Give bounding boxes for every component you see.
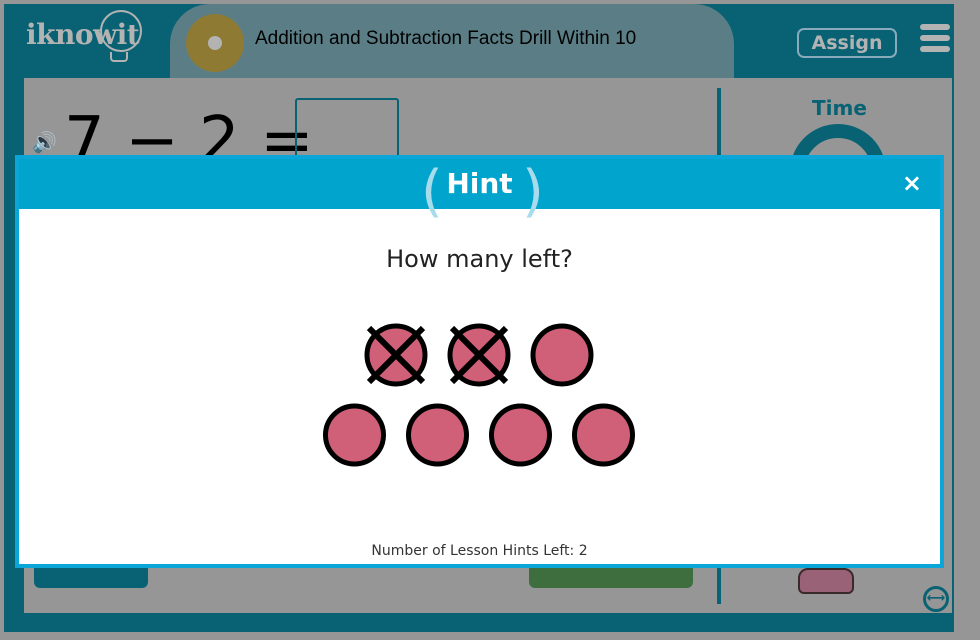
hamburger-menu-icon[interactable] [920, 24, 950, 54]
hints-left-text: Number of Lesson Hints Left: 2 [371, 543, 588, 559]
hint-modal: ( Hint ) × How many left? Number of Less… [15, 155, 944, 568]
counter [406, 403, 469, 467]
counter [489, 403, 552, 467]
disc-hole [208, 36, 222, 50]
lightbulb-base-icon [110, 52, 128, 62]
time-label: Time [812, 96, 867, 120]
lightbulb-icon [100, 10, 142, 52]
assign-button[interactable]: Assign [797, 28, 897, 58]
lesson-title: Addition and Subtraction Facts Drill Wit… [255, 28, 637, 49]
counter [530, 323, 594, 387]
counter [572, 403, 635, 467]
mascot-image [798, 568, 854, 594]
counter-crossed [447, 323, 511, 387]
speaker-icon[interactable]: 🔊 [32, 130, 57, 154]
counters-illustration [323, 323, 635, 467]
counter [323, 403, 386, 467]
counter-crossed [364, 323, 428, 387]
expand-arrows-icon[interactable]: ⟷ [923, 586, 949, 612]
